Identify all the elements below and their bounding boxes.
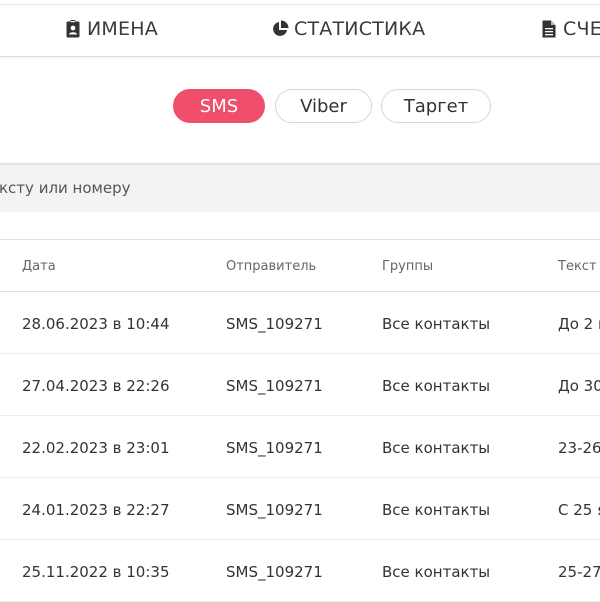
search-bar: ксту или номеру xyxy=(0,163,600,212)
top-navigation: ИМЕНА СТАТИСТИКА СЧЕ xyxy=(0,0,600,57)
column-header-groups[interactable]: Группы xyxy=(382,259,433,274)
row-date: 28.06.2023 в 10:44 xyxy=(22,315,170,333)
row-text: 23-26 xyxy=(558,439,600,457)
row-groups: Все контакты xyxy=(382,501,491,519)
row-sender: SMS_109271 xyxy=(226,563,323,581)
row-sender: SMS_109271 xyxy=(226,439,323,457)
row-date: 27.04.2023 в 22:26 xyxy=(22,377,170,395)
row-sender: SMS_109271 xyxy=(226,315,323,333)
table-row[interactable]: 22.02.2023 в 23:01 SMS_109271 Все контак… xyxy=(0,416,600,478)
tab-sms[interactable]: SMS xyxy=(173,89,265,123)
row-text: До 30 xyxy=(558,377,600,395)
row-groups: Все контакты xyxy=(382,377,491,395)
nav-item-names[interactable]: ИМЕНА xyxy=(64,16,158,42)
row-text: 25-27 xyxy=(558,563,600,581)
row-groups: Все контакты xyxy=(382,315,491,333)
nav-item-statistics[interactable]: СТАТИСТИКА xyxy=(271,16,425,42)
id-badge-icon xyxy=(64,19,82,39)
column-header-date[interactable]: Дата xyxy=(22,259,56,274)
messages-table: Дата Отправитель Группы Текст р 28.06.20… xyxy=(0,239,600,602)
nav-item-statistics-label: СТАТИСТИКА xyxy=(294,18,426,40)
tab-viber[interactable]: Viber xyxy=(275,89,372,123)
row-sender: SMS_109271 xyxy=(226,501,323,519)
nav-top-divider xyxy=(0,4,600,5)
table-row[interactable]: 27.04.2023 в 22:26 SMS_109271 Все контак… xyxy=(0,354,600,416)
column-header-sender[interactable]: Отправитель xyxy=(226,259,316,274)
row-sender: SMS_109271 xyxy=(226,377,323,395)
table-row[interactable]: 24.01.2023 в 22:27 SMS_109271 Все контак… xyxy=(0,478,600,540)
channel-tabs: SMS Viber Таргет xyxy=(0,89,600,125)
nav-item-accounts[interactable]: СЧЕ xyxy=(540,16,600,42)
pie-chart-icon xyxy=(271,19,289,39)
table-row[interactable]: 28.06.2023 в 10:44 SMS_109271 Все контак… xyxy=(0,292,600,354)
tab-target[interactable]: Таргет xyxy=(381,89,491,123)
row-groups: Все контакты xyxy=(382,563,491,581)
nav-item-accounts-label: СЧЕ xyxy=(563,18,600,40)
row-text: До 2 и xyxy=(558,315,600,333)
row-date: 25.11.2022 в 10:35 xyxy=(22,563,170,581)
search-input[interactable]: ксту или номеру xyxy=(0,179,130,197)
row-date: 22.02.2023 в 23:01 xyxy=(22,439,170,457)
row-date: 24.01.2023 в 22:27 xyxy=(22,501,170,519)
document-icon xyxy=(540,19,558,39)
column-header-text[interactable]: Текст р xyxy=(558,259,600,274)
row-groups: Все контакты xyxy=(382,439,491,457)
nav-item-names-label: ИМЕНА xyxy=(87,18,158,40)
row-text: С 25 я xyxy=(558,501,600,519)
table-header: Дата Отправитель Группы Текст р xyxy=(0,240,600,292)
table-row[interactable]: 25.11.2022 в 10:35 SMS_109271 Все контак… xyxy=(0,540,600,602)
